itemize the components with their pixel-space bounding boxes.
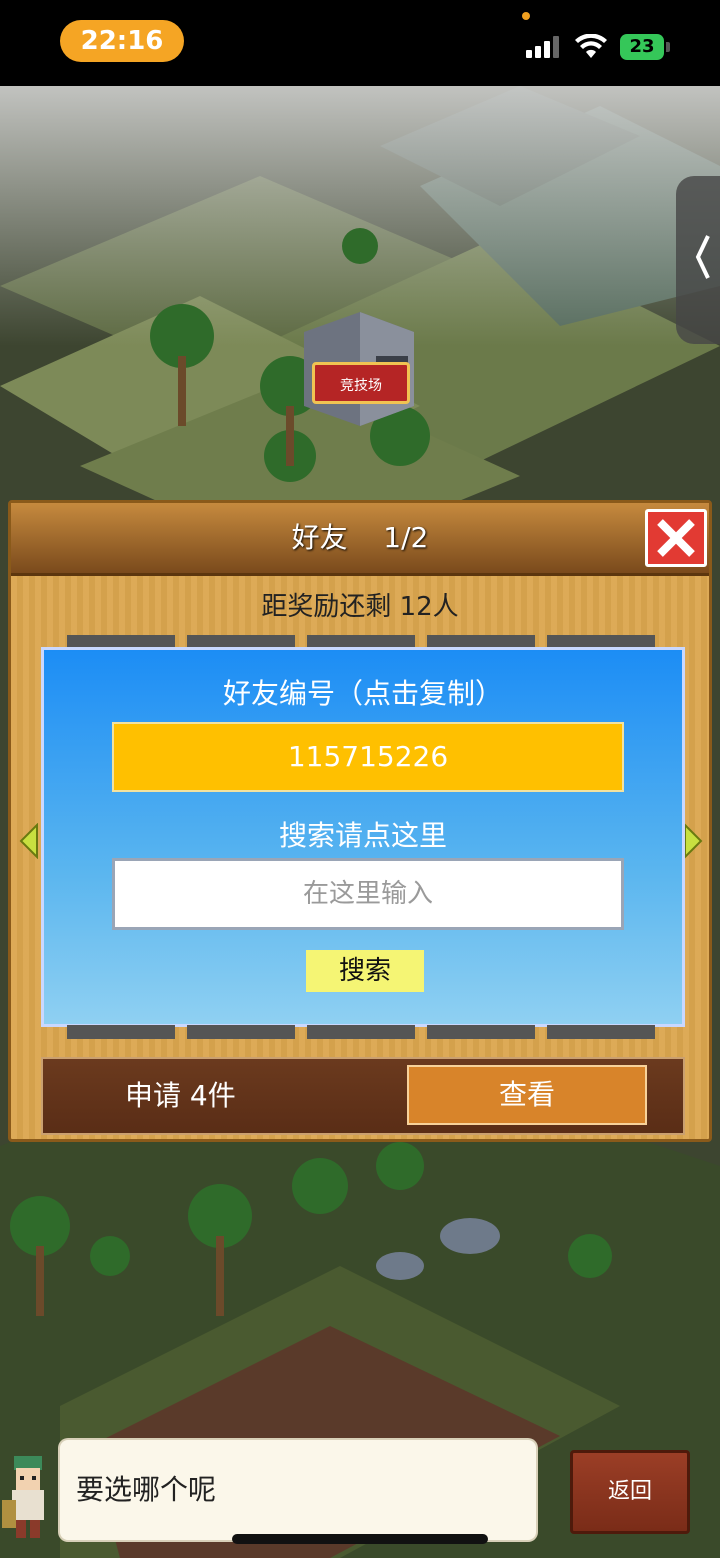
page-next-arrow-icon[interactable] [683,823,703,859]
battery-indicator: 23 [620,34,664,60]
panel-header: 好友 1/2 [11,503,709,576]
friend-slots-bottom [41,1025,685,1039]
character-avatar [2,1456,44,1538]
chevron-left-icon [695,235,710,279]
dialog-box: 要选哪个呢 [60,1440,536,1540]
friend-slot [547,1025,655,1039]
side-menu-tab[interactable] [676,176,720,344]
search-label: 搜索请点这里 [278,819,447,852]
status-bar: 22:16 23 [0,0,720,86]
friend-slot [187,1025,295,1039]
friend-slot [307,1025,415,1039]
requests-count: 申请 4件 [125,1079,236,1112]
clock: 22:16 [60,20,184,62]
cellular-signal-icon [526,36,564,58]
home-indicator[interactable] [232,1534,488,1544]
camera-indicator-icon [522,12,530,20]
view-requests-button[interactable]: 查看 [407,1065,647,1125]
requests-bar: 申请 4件 查看 [41,1057,685,1135]
friend-search-box: 好友编号（点击复制） 115715226 搜索请点这里 搜索 [41,647,685,1027]
dialog-text: 要选哪个呢 [76,1473,217,1506]
arena-building-sign[interactable]: 竞技场 [312,362,410,404]
friend-search-input[interactable] [112,858,624,930]
friend-id-copy-field[interactable]: 115715226 [112,722,624,792]
panel-title: 好友 1/2 [291,521,429,554]
back-button[interactable]: 返回 [570,1450,690,1534]
close-button[interactable] [645,509,707,567]
friends-panel: 好友 1/2 距奖励还剩 12人 好友编号（点击复制） 115715226 搜索… [8,500,712,1142]
friend-slot [427,1025,535,1039]
friend-id-label: 好友编号（点击复制） [222,677,503,710]
battery-nub [666,42,670,52]
search-button[interactable]: 搜索 [306,950,424,992]
reward-remaining-text: 距奖励还剩 12人 [261,592,459,622]
page-prev-arrow-icon[interactable] [19,823,39,859]
close-icon [657,519,695,557]
wifi-icon [575,34,607,58]
friend-slot [67,1025,175,1039]
